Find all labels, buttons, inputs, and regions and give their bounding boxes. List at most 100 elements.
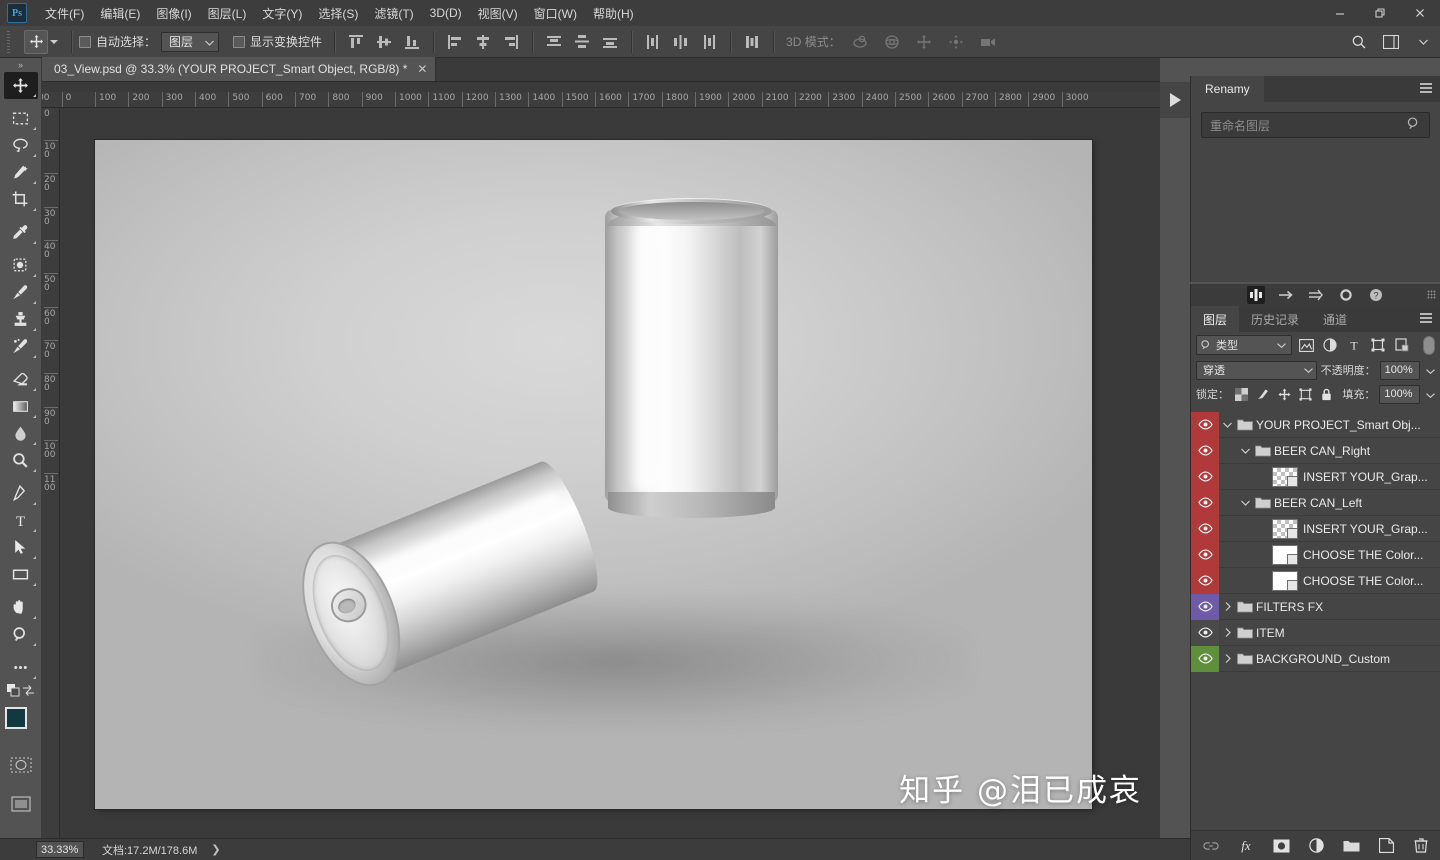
zoom-level-input[interactable]: 33.33% xyxy=(36,841,84,858)
layer-row[interactable]: INSERT YOUR_Grap... xyxy=(1191,515,1440,542)
history-brush-tool[interactable] xyxy=(4,333,38,360)
layer-row[interactable]: INSERT YOUR_Grap... xyxy=(1191,463,1440,490)
distribute-bottom-button[interactable] xyxy=(599,31,621,53)
3d-orbit-button[interactable] xyxy=(849,31,871,53)
align-bottom-edges-button[interactable] xyxy=(401,31,423,53)
tool-preset-chevron-down-icon[interactable] xyxy=(50,39,58,44)
menu-item-1[interactable]: 编辑(E) xyxy=(92,1,148,26)
quick-selection-tool[interactable] xyxy=(4,159,38,186)
search-icon[interactable] xyxy=(1348,31,1370,53)
menu-item-4[interactable]: 文字(Y) xyxy=(254,1,310,26)
layer-filter-kind-select[interactable]: 类型 xyxy=(1196,335,1292,355)
tool-preset-picker[interactable] xyxy=(18,29,64,54)
link-layers-icon[interactable] xyxy=(1201,836,1221,856)
chevron-down-icon[interactable] xyxy=(1239,500,1252,506)
distribute-left-button[interactable] xyxy=(642,31,664,53)
menu-item-10[interactable]: 帮助(H) xyxy=(585,1,642,26)
layer-thumbnail[interactable] xyxy=(1272,544,1298,565)
show-transform-controls-checkbox[interactable] xyxy=(233,35,246,48)
opacity-chevron-down-icon[interactable] xyxy=(1426,363,1435,377)
expand-panel-button[interactable] xyxy=(1160,82,1190,118)
tab-channels[interactable]: 通道 xyxy=(1311,306,1359,332)
menu-item-7[interactable]: 3D(D) xyxy=(422,2,470,24)
layer-visibility-toggle[interactable] xyxy=(1191,541,1219,568)
tab-layers[interactable]: 图层 xyxy=(1191,306,1240,332)
default-colors-icon[interactable] xyxy=(6,684,20,700)
new-layer-icon[interactable] xyxy=(1376,836,1396,856)
collapse-tools-button[interactable]: » xyxy=(0,58,41,72)
filter-type-icon[interactable]: T xyxy=(1344,335,1364,355)
arrow-right-icon[interactable] xyxy=(1277,286,1295,304)
layer-row[interactable]: ITEM xyxy=(1191,619,1440,646)
align-left-edges-button[interactable] xyxy=(444,31,466,53)
layer-row[interactable]: CHOOSE THE Color... xyxy=(1191,541,1440,568)
chevron-down-icon[interactable] xyxy=(1412,31,1434,53)
chevron-right-icon[interactable] xyxy=(1221,602,1234,611)
tab-renamy[interactable]: Renamy xyxy=(1191,76,1264,102)
align-vertical-centers-button[interactable] xyxy=(373,31,395,53)
layer-row[interactable]: CHOOSE THE Color... xyxy=(1191,567,1440,594)
rectangle-tool[interactable] xyxy=(4,561,38,588)
layer-visibility-toggle[interactable] xyxy=(1191,437,1219,464)
layer-thumbnail[interactable] xyxy=(1272,570,1298,591)
help-icon[interactable]: ? xyxy=(1367,286,1385,304)
chevron-down-icon[interactable] xyxy=(1239,448,1252,454)
distribute-right-button[interactable] xyxy=(698,31,720,53)
swap-colors-icon[interactable] xyxy=(22,684,35,700)
chevron-right-icon[interactable] xyxy=(1221,654,1234,663)
layer-style-fx-icon[interactable]: fx xyxy=(1236,836,1256,856)
restore-button[interactable] xyxy=(1360,0,1400,26)
blend-mode-select[interactable]: 穿透 xyxy=(1196,360,1317,380)
spot-healing-brush-tool[interactable] xyxy=(4,252,38,279)
layer-visibility-toggle[interactable] xyxy=(1191,489,1219,516)
horizontal-type-tool[interactable]: T xyxy=(4,507,38,534)
clone-stamp-tool[interactable] xyxy=(4,306,38,333)
close-icon[interactable]: ✕ xyxy=(417,62,427,76)
3d-camera-button[interactable] xyxy=(977,31,999,53)
menu-item-2[interactable]: 图像(I) xyxy=(148,1,199,26)
menu-item-9[interactable]: 窗口(W) xyxy=(526,1,585,26)
panel-menu-icon[interactable] xyxy=(1419,312,1433,327)
fill-chevron-down-icon[interactable] xyxy=(1426,387,1435,401)
lock-position-icon[interactable] xyxy=(1276,385,1293,403)
new-group-icon[interactable] xyxy=(1341,836,1361,856)
panel-resize-grip[interactable] xyxy=(1427,290,1436,299)
artboard[interactable] xyxy=(95,140,1092,809)
opacity-input[interactable]: 100% xyxy=(1379,360,1420,380)
workspace-switcher-button[interactable] xyxy=(1380,31,1402,53)
layer-visibility-toggle[interactable] xyxy=(1191,515,1219,542)
filter-adjustment-icon[interactable] xyxy=(1320,335,1340,355)
lock-all-icon[interactable] xyxy=(1318,385,1335,403)
distribute-horizontal-center-button[interactable] xyxy=(670,31,692,53)
filter-smart-object-icon[interactable] xyxy=(1392,335,1412,355)
fill-input[interactable]: 100% xyxy=(1379,384,1420,404)
eraser-tool[interactable] xyxy=(4,366,38,393)
status-expand-arrow-icon[interactable]: ❯ xyxy=(211,843,220,856)
lasso-tool[interactable] xyxy=(4,132,38,159)
layer-row[interactable]: BACKGROUND_Custom xyxy=(1191,645,1440,672)
canvas-area[interactable]: 1000100200300400500600700800900100011001… xyxy=(42,82,1160,838)
layer-thumbnail[interactable] xyxy=(1272,518,1298,539)
layer-list[interactable]: YOUR PROJECT_Smart Obj... BEER CAN_Right I… xyxy=(1191,412,1440,824)
menu-item-8[interactable]: 视图(V) xyxy=(470,1,526,26)
tab-history[interactable]: 历史记录 xyxy=(1239,306,1311,332)
menu-item-6[interactable]: 滤镜(T) xyxy=(366,1,421,26)
menu-item-5[interactable]: 选择(S) xyxy=(310,1,366,26)
layer-thumbnail[interactable] xyxy=(1272,466,1298,487)
quick-mask-toggle[interactable] xyxy=(4,751,38,778)
hand-tool[interactable] xyxy=(4,594,38,621)
foreground-color-swatch[interactable] xyxy=(4,707,27,729)
align-top-edges-button[interactable] xyxy=(345,31,367,53)
layer-visibility-toggle[interactable] xyxy=(1191,593,1219,620)
filter-pixel-icon[interactable] xyxy=(1296,335,1316,355)
eyedropper-tool[interactable] xyxy=(4,219,38,246)
layer-visibility-toggle[interactable] xyxy=(1191,645,1219,672)
dodge-tool[interactable] xyxy=(4,447,38,474)
screen-mode-toggle[interactable] xyxy=(4,790,38,817)
layer-visibility-toggle[interactable] xyxy=(1191,567,1219,594)
lock-image-pixels-icon[interactable] xyxy=(1254,385,1271,403)
align-distribute-more-button[interactable] xyxy=(741,31,763,53)
layer-row[interactable]: BEER CAN_Right xyxy=(1191,437,1440,464)
lock-transparent-pixels-icon[interactable] xyxy=(1233,385,1250,403)
distribute-top-button[interactable] xyxy=(543,31,565,53)
